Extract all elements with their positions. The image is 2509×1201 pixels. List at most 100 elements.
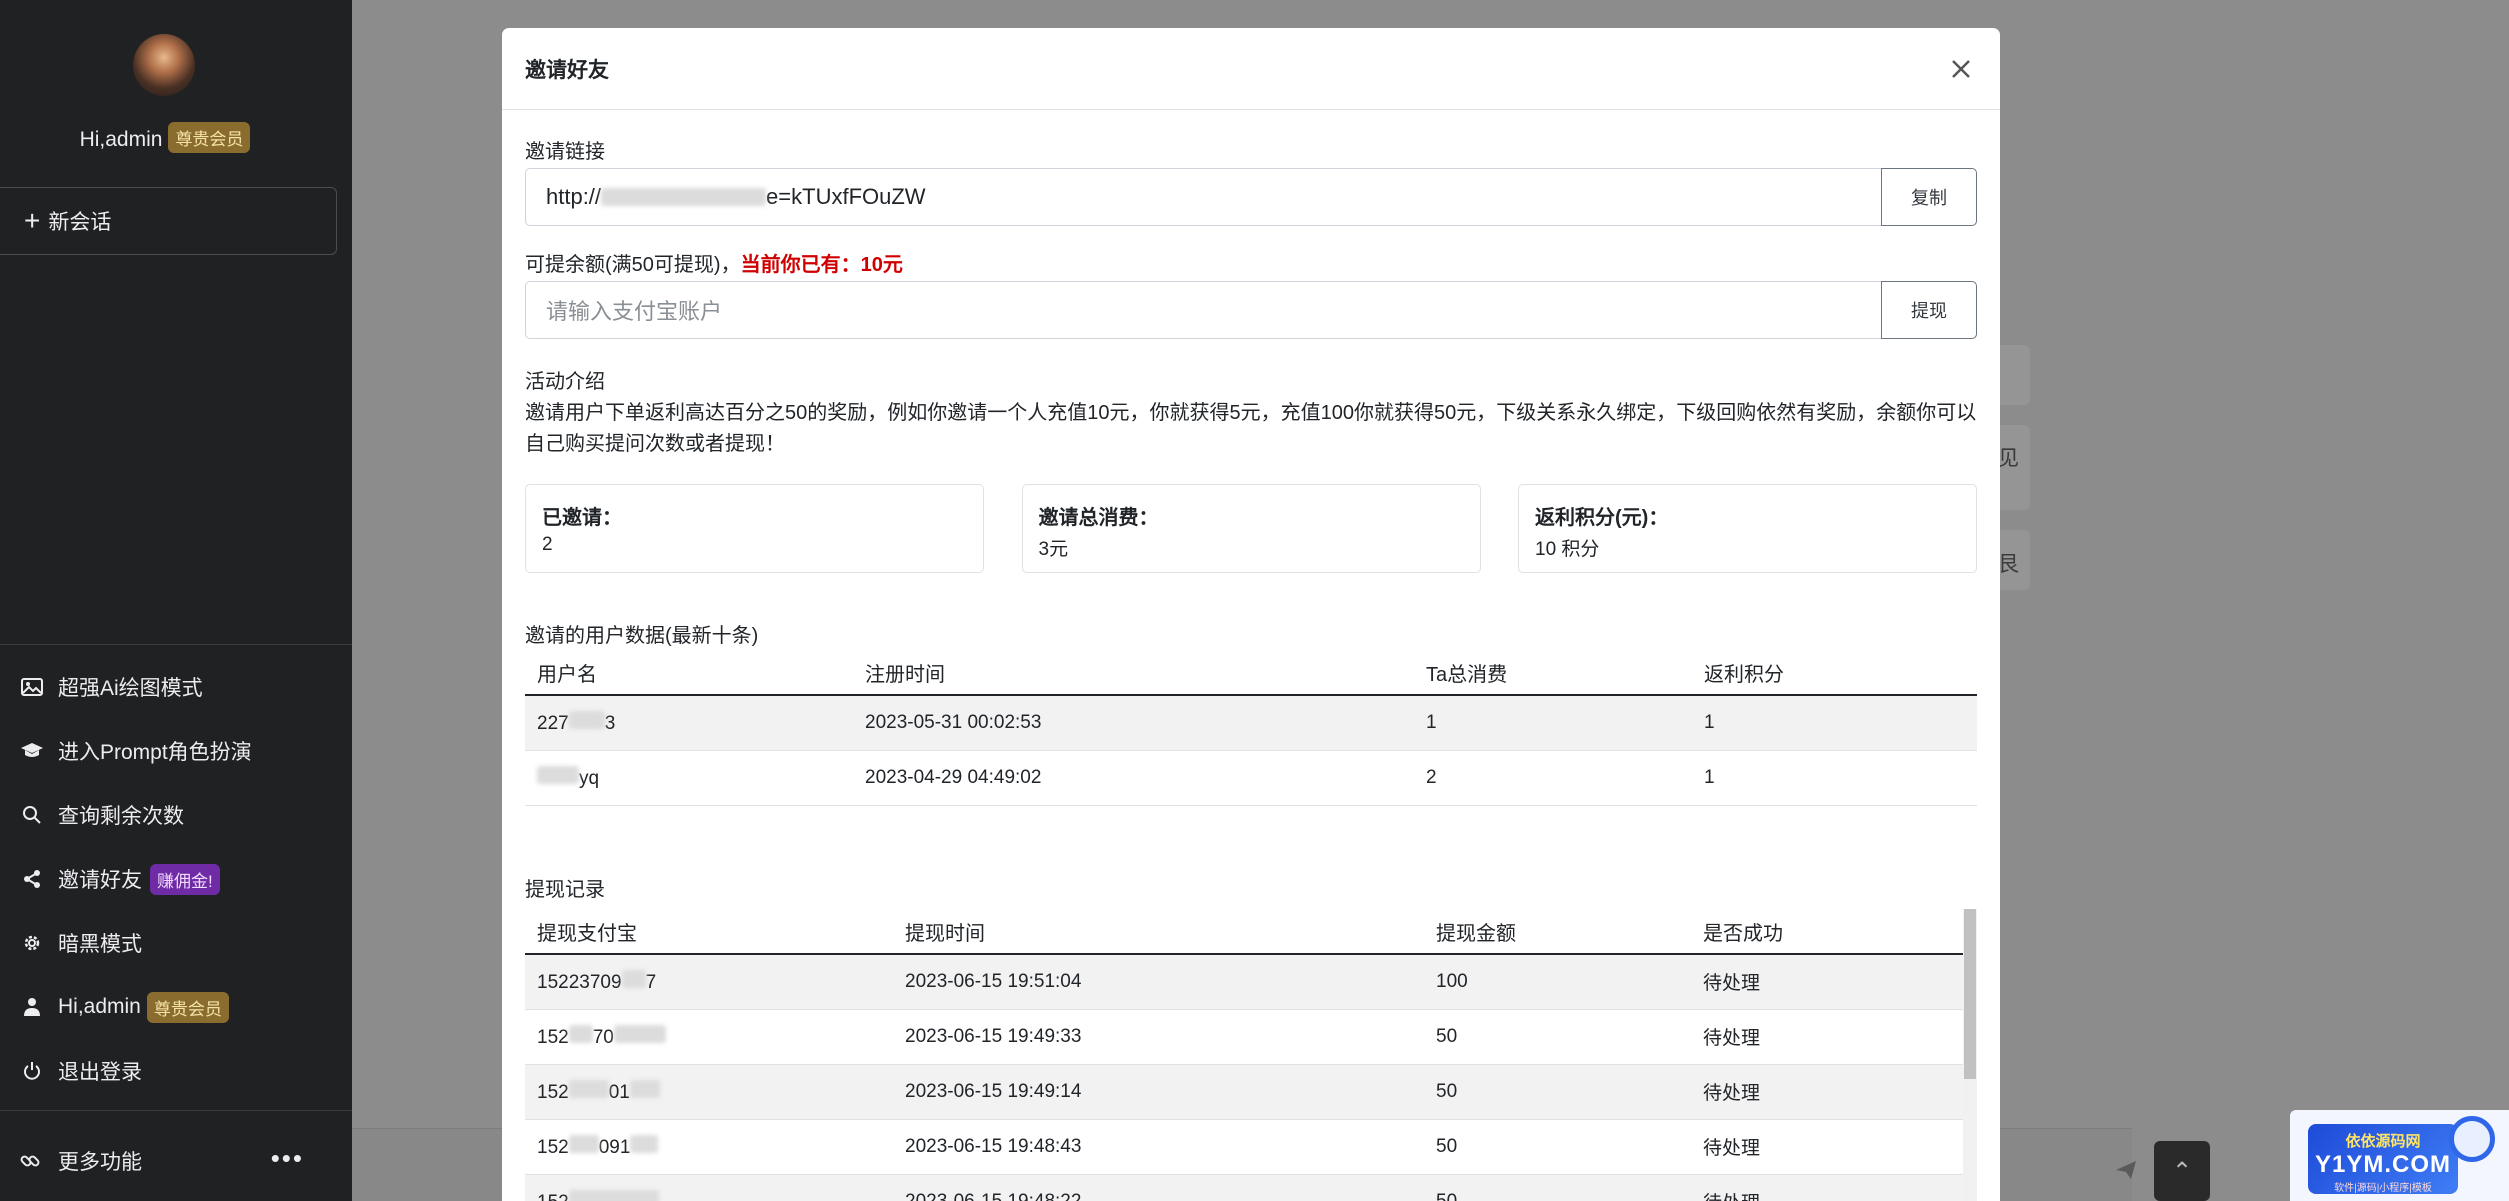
cell-status: 待处理 — [1691, 1174, 1963, 1201]
column-header: Ta总消费 — [1414, 650, 1692, 696]
cell-spend: 2 — [1414, 750, 1692, 806]
table-row: 152 091 2023-06-15 19:48:43 50 待处理 — [525, 1119, 1963, 1175]
sidebar-item-ai-drawing[interactable]: 超强Ai绘图模式 — [0, 655, 352, 719]
table-row: yq 2023-04-29 04:49:02 2 1 — [525, 750, 1977, 806]
stat-label: 邀请总消费： — [1038, 507, 1159, 529]
column-header: 用户名 — [525, 650, 853, 696]
graduation-cap-icon — [20, 739, 44, 763]
cell-time: 2023-06-15 19:48:43 — [893, 1119, 1424, 1175]
cell-register-time: 2023-05-31 00:02:53 — [853, 695, 1414, 751]
stat-invited: 已邀请： 2 — [525, 484, 984, 573]
invite-friends-modal: 邀请好友 邀请链接 http:// e=kTUxfFOuZW 复制 可提余额(满5… — [502, 28, 2000, 1201]
redacted-text — [613, 1024, 666, 1043]
cell-status: 待处理 — [1691, 1064, 1963, 1120]
watermark-sub: 软件|源码|小程序|模板 — [2334, 1183, 2432, 1194]
sidebar: Hi,admin 尊贵会员 + 新会话 超强Ai绘图模式 进入Prompt角色扮演… — [0, 0, 352, 1201]
stat-rebate-points: 返利积分(元)： 10 积分 — [1518, 484, 1977, 573]
invited-users-title: 邀请的用户数据(最新十条) — [525, 625, 759, 647]
withdraw-group: 请输入支付宝账户 提现 — [525, 281, 1977, 339]
sidebar-item-user[interactable]: Hi,admin 尊贵会员 — [0, 975, 352, 1039]
plus-icon: + — [24, 205, 41, 236]
cell-points: 1 — [1692, 695, 1977, 751]
watermark-badge: 依依源码网 Y1YM.COM 软件|源码|小程序|模板 — [2308, 1124, 2458, 1194]
scrollbar[interactable] — [1963, 909, 1977, 1201]
cell-account: 152 — [525, 1174, 893, 1201]
cell-amount: 100 — [1424, 954, 1691, 1010]
table-row: 152 70 2023-06-15 19:49:33 50 待处理 — [525, 1009, 1963, 1065]
cell-amount: 50 — [1424, 1064, 1691, 1120]
stats-row: 已邀请： 2 邀请总消费： 3元 返利积分(元)： 10 积分 — [525, 484, 1977, 573]
cell-amount: 50 — [1424, 1009, 1691, 1065]
link-icon — [20, 1149, 44, 1173]
close-icon[interactable] — [1942, 50, 1980, 88]
sidebar-item-label: 超强Ai绘图模式 — [58, 677, 203, 700]
user-greeting: Hi,admin 尊贵会员 — [0, 122, 330, 153]
cell-amount: 50 — [1424, 1174, 1691, 1201]
user-icon — [20, 995, 44, 1019]
column-header: 提现支付宝 — [525, 909, 893, 955]
new-chat-button[interactable]: + 新会话 — [0, 187, 337, 255]
account-part: 152 — [537, 1081, 569, 1103]
magnifier-icon — [2449, 1116, 2495, 1162]
redacted-text — [568, 1024, 593, 1043]
account-part: 7 — [645, 971, 657, 993]
sidebar-item-label: 查询剩余次数 — [58, 805, 184, 828]
withdraw-button[interactable]: 提现 — [1881, 281, 1977, 339]
account-part: 091 — [598, 1136, 631, 1158]
sidebar-item-logout[interactable]: 退出登录 — [0, 1039, 352, 1103]
redacted-text — [630, 1134, 659, 1153]
redacted-text — [568, 710, 605, 729]
cell-status: 待处理 — [1691, 1009, 1963, 1065]
cell-spend: 1 — [1414, 695, 1692, 751]
modal-header: 邀请好友 — [502, 28, 2000, 110]
invite-link-suffix: e=kTUxfFOuZW — [766, 184, 926, 209]
sidebar-menu: 超强Ai绘图模式 进入Prompt角色扮演 查询剩余次数 邀请好友 赚佣金! 暗… — [0, 655, 352, 1103]
ghost-text: 见 — [1998, 447, 2019, 470]
table-row: 152 01 2023-06-15 19:49:14 50 待处理 — [525, 1064, 1963, 1120]
search-icon — [20, 803, 44, 827]
username-part: yq — [579, 767, 600, 789]
sidebar-item-invite[interactable]: 邀请好友 赚佣金! — [0, 847, 352, 911]
withdraw-records-table: 提现支付宝 提现时间 提现金额 是否成功 15223709 7 2023-06-1… — [525, 909, 1963, 1201]
cell-account: 152 70 — [525, 1009, 893, 1065]
sidebar-item-query-remaining[interactable]: 查询剩余次数 — [0, 783, 352, 847]
column-header: 提现时间 — [893, 909, 1424, 955]
cell-time: 2023-06-15 19:48:22 — [893, 1174, 1424, 1201]
watermark-top: 依依源码网 — [2345, 1133, 2421, 1150]
watermark-main: Y1YM.COM — [2314, 1151, 2451, 1178]
account-part: 152 — [537, 1026, 569, 1048]
vip-badge: 尊贵会员 — [146, 991, 229, 1023]
username-part: 3 — [604, 712, 616, 734]
new-chat-label: 新会话 — [48, 211, 112, 234]
cell-username: 227 3 — [525, 695, 853, 751]
avatar[interactable] — [133, 34, 195, 96]
sidebar-item-dark-mode[interactable]: 暗黑模式 — [0, 911, 352, 975]
sidebar-item-label: 暗黑模式 — [58, 933, 142, 956]
scroll-top-button[interactable]: ⌃ — [2154, 1141, 2210, 1201]
invited-users-table: 用户名 注册时间 Ta总消费 返利积分 227 3 2023-05-31 00:0… — [525, 650, 1977, 806]
copy-button[interactable]: 复制 — [1881, 168, 1977, 226]
modal-title: 邀请好友 — [525, 58, 609, 82]
cell-time: 2023-06-15 19:51:04 — [893, 954, 1424, 1010]
alipay-account-input[interactable]: 请输入支付宝账户 — [525, 281, 1881, 339]
image-icon — [20, 675, 44, 699]
more-options-icon[interactable]: ••• — [271, 1143, 304, 1174]
stat-value: 3元 — [1038, 539, 1069, 560]
table-row: 152 2023-06-15 19:48:22 50 待处理 — [525, 1174, 1963, 1201]
table-header-row: 用户名 注册时间 Ta总消费 返利积分 — [525, 650, 1977, 696]
watermark-logo: 依依源码网 Y1YM.COM 软件|源码|小程序|模板 — [2290, 1110, 2509, 1201]
scrollbar-thumb[interactable] — [1964, 909, 1976, 1079]
withdraw-records-scroll[interactable]: 提现支付宝 提现时间 提现金额 是否成功 15223709 7 2023-06-1… — [525, 909, 1977, 1201]
invite-link-field[interactable]: http:// e=kTUxfFOuZW — [525, 168, 1881, 226]
more-features[interactable]: 更多功能 ••• — [0, 1129, 352, 1193]
table-row: 15223709 7 2023-06-15 19:51:04 100 待处理 — [525, 954, 1963, 1010]
send-icon[interactable] — [2115, 1160, 2137, 1186]
sidebar-item-prompt-role[interactable]: 进入Prompt角色扮演 — [0, 719, 352, 783]
balance-current: 当前你已有：10元 — [740, 254, 903, 276]
ghost-text: 艮 — [1998, 553, 2019, 576]
sidebar-item-label: 进入Prompt角色扮演 — [58, 741, 252, 764]
stat-total-spend: 邀请总消费： 3元 — [1021, 484, 1481, 573]
cell-account: 15223709 7 — [525, 954, 893, 1010]
column-header: 注册时间 — [853, 650, 1414, 696]
sidebar-item-label: 邀请好友 — [58, 869, 142, 892]
